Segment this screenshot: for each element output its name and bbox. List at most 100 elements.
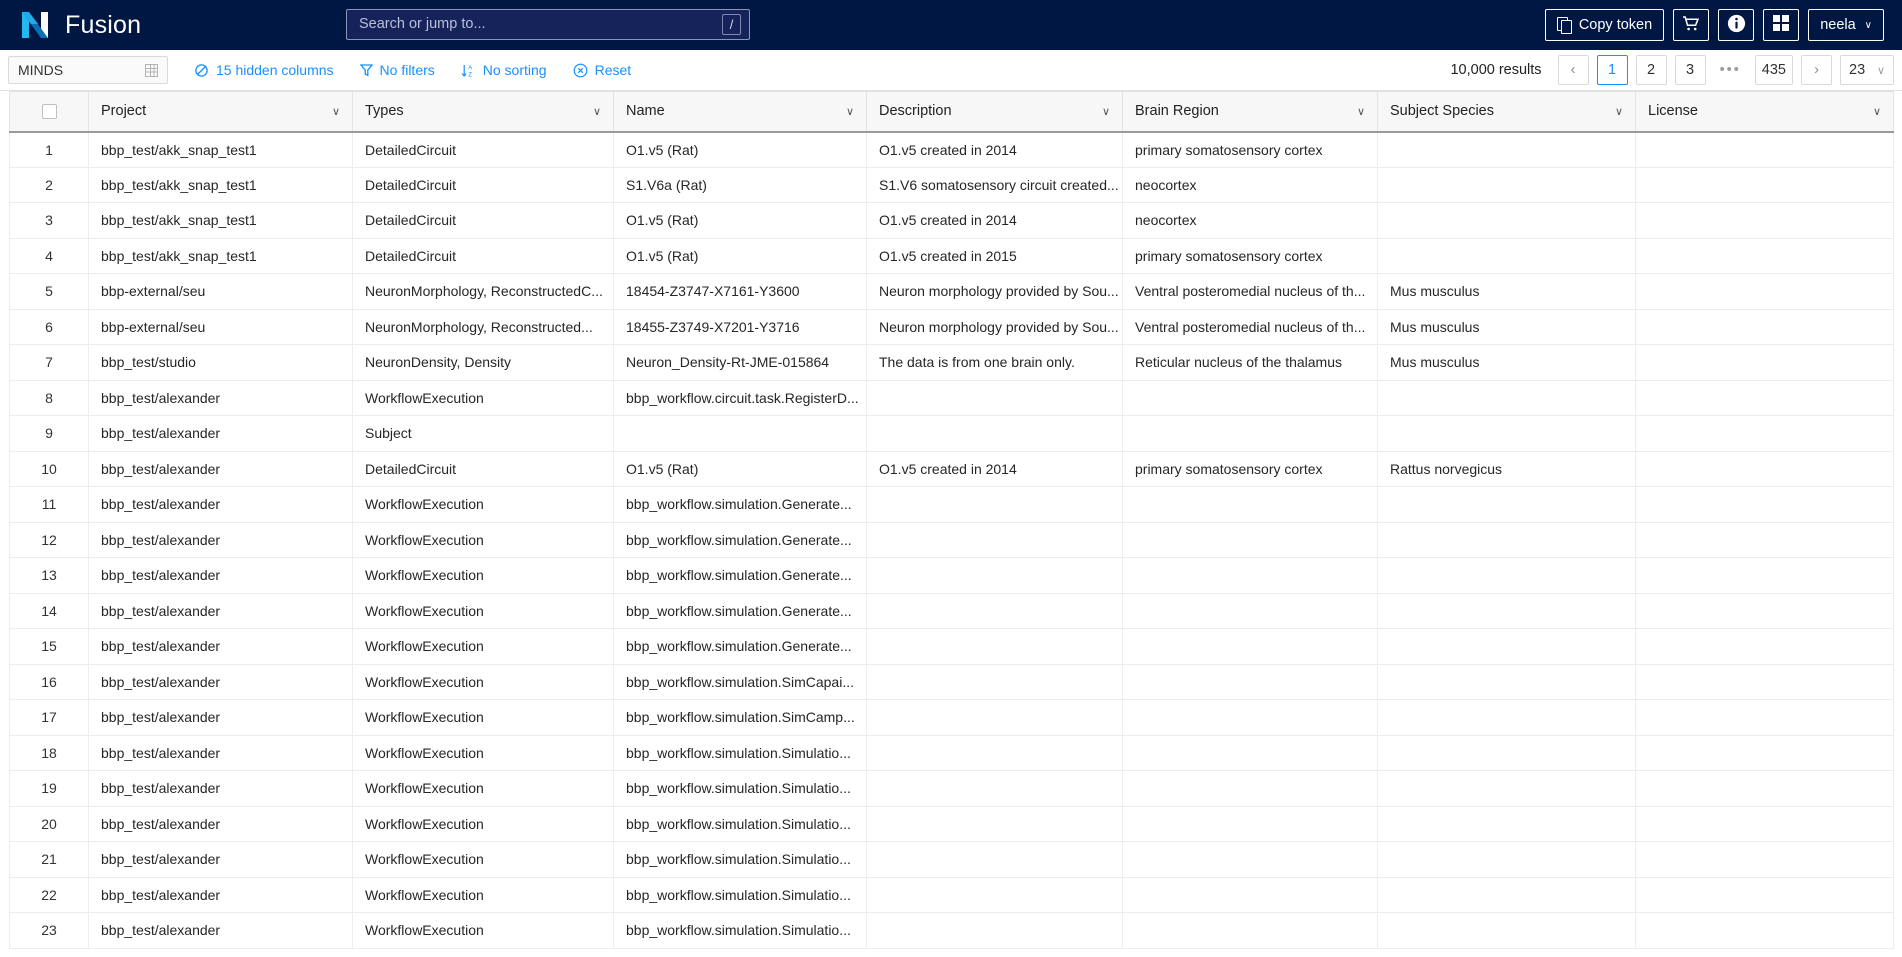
table-row[interactable]: 22 bbp_test/alexander WorkflowExecution bbp… xyxy=(9,876,1894,913)
cell-project[interactable]: bbp_test/alexander xyxy=(88,663,353,700)
cell-brain-region[interactable]: primary somatosensory cortex xyxy=(1122,450,1378,487)
cell-brain-region[interactable]: Ventral posteromedial nucleus of th... xyxy=(1122,273,1378,310)
row-number-cell[interactable]: 8 xyxy=(9,379,89,416)
cell-license[interactable] xyxy=(1635,805,1894,842)
column-header-license[interactable]: License ∨ xyxy=(1635,91,1894,133)
row-number-cell[interactable]: 9 xyxy=(9,415,89,452)
pagination-page-2[interactable]: 2 xyxy=(1635,55,1667,85)
cell-project[interactable]: bbp_test/alexander xyxy=(88,415,353,452)
table-row[interactable]: 6 bbp-external/seu NeuronMorphology, Recon… xyxy=(9,308,1894,345)
cell-types[interactable]: DetailedCircuit xyxy=(352,237,614,274)
cell-project[interactable]: bbp_test/alexander xyxy=(88,841,353,878)
cell-description[interactable] xyxy=(866,592,1123,629)
cell-brain-region[interactable] xyxy=(1122,415,1378,452)
cell-license[interactable] xyxy=(1635,628,1894,665)
cell-subject-species[interactable] xyxy=(1377,805,1636,842)
cell-subject-species[interactable] xyxy=(1377,202,1636,239)
cell-description[interactable] xyxy=(866,557,1123,594)
cell-subject-species[interactable] xyxy=(1377,876,1636,913)
cell-brain-region[interactable] xyxy=(1122,592,1378,629)
table-row[interactable]: 7 bbp_test/studio NeuronDensity, Density Ne… xyxy=(9,344,1894,381)
table-row[interactable]: 5 bbp-external/seu NeuronMorphology, Recon… xyxy=(9,273,1894,310)
row-number-cell[interactable]: 2 xyxy=(9,166,89,203)
pagination-next[interactable]: › xyxy=(1801,55,1832,85)
cell-name[interactable]: bbp_workflow.simulation.Generate... xyxy=(613,628,867,665)
cell-types[interactable]: WorkflowExecution xyxy=(352,557,614,594)
cell-subject-species[interactable] xyxy=(1377,663,1636,700)
row-number-cell[interactable]: 7 xyxy=(9,344,89,381)
cell-description[interactable] xyxy=(866,486,1123,523)
cell-types[interactable]: DetailedCircuit xyxy=(352,450,614,487)
cell-subject-species[interactable]: Mus musculus xyxy=(1377,273,1636,310)
cell-types[interactable]: WorkflowExecution xyxy=(352,663,614,700)
cell-types[interactable]: WorkflowExecution xyxy=(352,770,614,807)
cell-types[interactable]: NeuronDensity, Density xyxy=(352,344,614,381)
cell-description[interactable] xyxy=(866,628,1123,665)
table-row[interactable]: 15 bbp_test/alexander WorkflowExecution bbp… xyxy=(9,628,1894,665)
cell-license[interactable] xyxy=(1635,663,1894,700)
cell-subject-species[interactable] xyxy=(1377,628,1636,665)
row-number-cell[interactable]: 5 xyxy=(9,273,89,310)
cell-license[interactable] xyxy=(1635,699,1894,736)
row-number-cell[interactable]: 15 xyxy=(9,628,89,665)
cell-subject-species[interactable] xyxy=(1377,166,1636,203)
cell-subject-species[interactable] xyxy=(1377,379,1636,416)
cell-name[interactable]: bbp_workflow.simulation.Simulatio... xyxy=(613,770,867,807)
cell-subject-species[interactable] xyxy=(1377,770,1636,807)
reset-button[interactable]: Reset xyxy=(573,62,631,78)
table-row[interactable]: 19 bbp_test/alexander WorkflowExecution bbp… xyxy=(9,770,1894,807)
cell-brain-region[interactable] xyxy=(1122,912,1378,949)
cell-license[interactable] xyxy=(1635,344,1894,381)
table-row[interactable]: 9 bbp_test/alexander Subject xyxy=(9,415,1894,452)
cell-project[interactable]: bbp_test/alexander xyxy=(88,521,353,558)
cell-name[interactable]: bbp_workflow.simulation.Generate... xyxy=(613,486,867,523)
table-row[interactable]: 20 bbp_test/alexander WorkflowExecution bbp… xyxy=(9,805,1894,842)
cell-description[interactable] xyxy=(866,841,1123,878)
cell-subject-species[interactable] xyxy=(1377,912,1636,949)
cell-project[interactable]: bbp-external/seu xyxy=(88,273,353,310)
cell-subject-species[interactable]: Rattus norvegicus xyxy=(1377,450,1636,487)
cell-types[interactable]: DetailedCircuit xyxy=(352,131,614,168)
cell-brain-region[interactable]: neocortex xyxy=(1122,202,1378,239)
cell-project[interactable]: bbp-external/seu xyxy=(88,308,353,345)
cell-license[interactable] xyxy=(1635,876,1894,913)
cell-license[interactable] xyxy=(1635,131,1894,168)
chevron-down-icon[interactable]: ∨ xyxy=(846,106,854,117)
cell-description[interactable] xyxy=(866,805,1123,842)
chevron-down-icon[interactable]: ∨ xyxy=(593,106,601,117)
cell-name[interactable]: bbp_workflow.simulation.SimCamp... xyxy=(613,699,867,736)
cell-description[interactable]: O1.v5 created in 2015 xyxy=(866,237,1123,274)
cell-license[interactable] xyxy=(1635,308,1894,345)
row-number-cell[interactable]: 21 xyxy=(9,841,89,878)
table-row[interactable]: 18 bbp_test/alexander WorkflowExecution bbp… xyxy=(9,734,1894,771)
table-row[interactable]: 12 bbp_test/alexander WorkflowExecution bbp… xyxy=(9,521,1894,558)
cell-name[interactable]: 18455-Z3749-X7201-Y3716 xyxy=(613,308,867,345)
cell-project[interactable]: bbp_test/alexander xyxy=(88,734,353,771)
cell-name[interactable]: O1.v5 (Rat) xyxy=(613,450,867,487)
cell-license[interactable] xyxy=(1635,202,1894,239)
cell-project[interactable]: bbp_test/akk_snap_test1 xyxy=(88,202,353,239)
cell-description[interactable] xyxy=(866,699,1123,736)
pagination-page-3[interactable]: 3 xyxy=(1674,55,1706,85)
cell-description[interactable] xyxy=(866,663,1123,700)
filters-button[interactable]: No filters xyxy=(359,62,435,78)
table-row[interactable]: 8 bbp_test/alexander WorkflowExecution bbp_… xyxy=(9,379,1894,416)
chevron-down-icon[interactable]: ∨ xyxy=(332,106,340,117)
cell-license[interactable] xyxy=(1635,166,1894,203)
cell-brain-region[interactable]: Reticular nucleus of the thalamus xyxy=(1122,344,1378,381)
row-number-cell[interactable]: 17 xyxy=(9,699,89,736)
cell-types[interactable]: WorkflowExecution xyxy=(352,912,614,949)
cell-subject-species[interactable] xyxy=(1377,699,1636,736)
cell-name[interactable]: bbp_workflow.simulation.Simulatio... xyxy=(613,912,867,949)
cell-subject-species[interactable] xyxy=(1377,486,1636,523)
pagination-ellipsis[interactable]: ••• xyxy=(1714,55,1747,85)
cell-brain-region[interactable]: neocortex xyxy=(1122,166,1378,203)
cell-project[interactable]: bbp_test/alexander xyxy=(88,450,353,487)
results-table-container[interactable]: Project ∨ Types ∨ Name ∨ Description ∨ B… xyxy=(0,91,1902,957)
cell-types[interactable]: WorkflowExecution xyxy=(352,734,614,771)
cell-description[interactable]: Neuron morphology provided by Sou... xyxy=(866,308,1123,345)
cell-types[interactable]: WorkflowExecution xyxy=(352,841,614,878)
sorting-button[interactable]: A Z No sorting xyxy=(461,62,547,78)
cell-subject-species[interactable] xyxy=(1377,841,1636,878)
cell-project[interactable]: bbp_test/alexander xyxy=(88,592,353,629)
